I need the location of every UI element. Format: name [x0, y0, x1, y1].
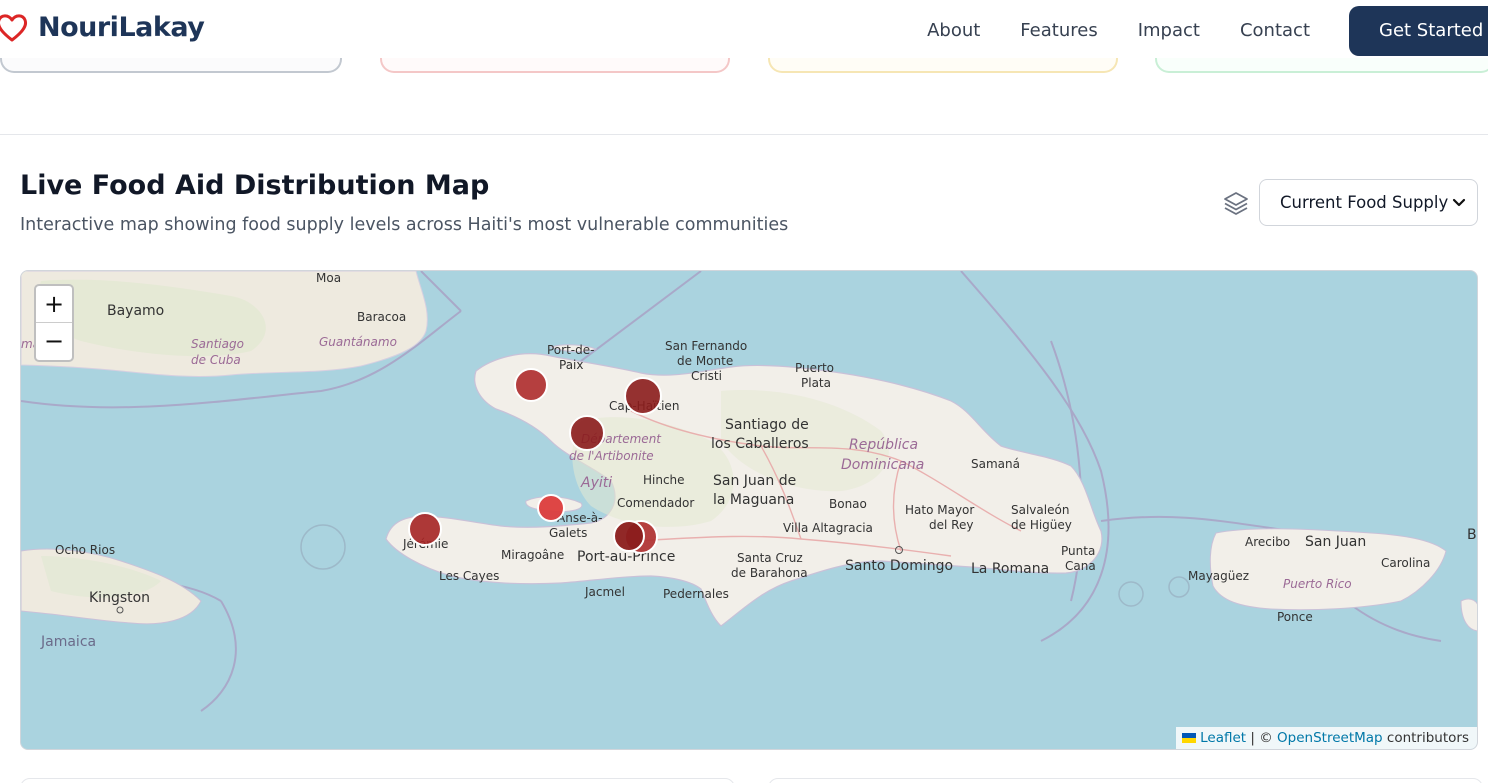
brand-name: NouriLakay — [38, 12, 205, 43]
map-label: Pedernales — [663, 587, 729, 601]
distribution-marker[interactable] — [569, 415, 605, 451]
map-label: San Juan de — [713, 473, 796, 489]
heart-icon — [0, 13, 28, 41]
map-label: Salvaleón — [1011, 503, 1069, 517]
map-label: de Higüey — [1011, 518, 1072, 532]
map-label: Comendador — [617, 496, 694, 510]
map-label: de Barahona — [731, 566, 808, 580]
map-label: Guantánamo — [319, 335, 397, 349]
map-label: de Cuba — [191, 353, 241, 367]
distribution-marker[interactable] — [624, 377, 662, 415]
zoom-out-button[interactable]: − — [36, 323, 72, 360]
map-label: La Romana — [971, 561, 1049, 577]
map-label: de l'Artibonite — [569, 449, 654, 463]
stat-card — [380, 58, 730, 73]
ukraine-flag-icon — [1182, 733, 1197, 743]
map-label: Bonao — [829, 497, 867, 511]
zoom-control: + − — [34, 284, 74, 362]
map-label: Plata — [801, 376, 831, 390]
zoom-in-button[interactable]: + — [36, 286, 72, 323]
section-title: Live Food Aid Distribution Map — [20, 170, 490, 201]
food-aid-map[interactable]: Moa Bayamo Baracoa ma Santiago de Cuba G… — [20, 270, 1478, 750]
map-label: Jacmel — [584, 585, 625, 599]
map-label: Les Cayes — [439, 569, 499, 583]
map-label: Arecibo — [1245, 535, 1290, 549]
section-subtitle: Interactive map showing food supply leve… — [20, 215, 789, 235]
section-divider — [0, 134, 1488, 135]
info-card — [768, 778, 1483, 783]
stat-card — [0, 58, 342, 73]
navbar: NouriLakay About Features Impact Contact… — [0, 0, 1488, 66]
stat-card — [1155, 58, 1488, 73]
map-label: Baracoa — [357, 310, 406, 324]
map-label: Hato Mayor — [905, 503, 974, 517]
nav-contact[interactable]: Contact — [1240, 20, 1310, 41]
map-label: Santo Domingo — [845, 558, 953, 574]
map-label: Carolina — [1381, 556, 1430, 570]
map-label: Moa — [316, 271, 341, 285]
map-label: los Caballeros — [711, 436, 809, 452]
layer-select[interactable]: Current Food Supply — [1259, 179, 1478, 226]
distribution-marker[interactable] — [514, 368, 548, 402]
map-label: del Rey — [929, 518, 973, 532]
attribution-suffix: contributors — [1382, 730, 1469, 746]
basemap[interactable]: Moa Bayamo Baracoa ma Santiago de Cuba G… — [21, 271, 1478, 750]
get-started-button[interactable]: Get Started — [1349, 6, 1488, 56]
map-label: Cristi — [691, 369, 722, 383]
stat-card — [768, 58, 1118, 73]
map-label: Ayiti — [580, 475, 612, 491]
map-label: República — [849, 437, 918, 453]
map-label: Galets — [549, 526, 587, 540]
map-label: San Juan — [1305, 534, 1366, 550]
map-label: Villa Altagracia — [783, 521, 873, 535]
nav-features[interactable]: Features — [1020, 20, 1097, 41]
map-label: Puerto Rico — [1283, 577, 1352, 591]
info-card — [20, 778, 735, 783]
map-label: Mayagüez — [1188, 569, 1249, 583]
map-label: B — [1467, 527, 1477, 543]
map-label: de Monte — [677, 354, 733, 368]
map-label: Santa Cruz — [737, 551, 803, 565]
map-label: San Fernando — [665, 339, 747, 353]
brand-logo[interactable]: NouriLakay — [0, 12, 205, 43]
map-label: Miragoâne — [501, 548, 564, 562]
map-label: Ocho Rios — [55, 543, 115, 557]
map-label: Dominicana — [841, 457, 924, 473]
layers-icon — [1224, 192, 1248, 215]
map-attribution: Leaflet | © OpenStreetMap contributors — [1176, 727, 1477, 749]
map-label: Kingston — [89, 590, 150, 606]
map-label: Jamaica — [40, 634, 96, 650]
map-label: Paix — [559, 358, 584, 372]
distribution-marker[interactable] — [613, 520, 645, 552]
map-label: la Maguana — [713, 492, 794, 508]
map-label: Punta — [1061, 544, 1095, 558]
distribution-marker[interactable] — [408, 512, 442, 546]
layer-select-value: Current Food Supply — [1280, 193, 1449, 212]
map-label: Bayamo — [107, 303, 164, 319]
map-label: Port-de- — [547, 343, 594, 357]
nav-links: About Features Impact Contact — [927, 20, 1310, 41]
map-label: Santiago de — [725, 417, 809, 433]
leaflet-link[interactable]: Leaflet — [1200, 730, 1246, 746]
nav-impact[interactable]: Impact — [1138, 20, 1200, 41]
chevron-down-icon — [1452, 198, 1466, 207]
nav-about[interactable]: About — [927, 20, 980, 41]
map-label: Puerto — [795, 361, 834, 375]
distribution-marker[interactable] — [537, 494, 565, 522]
osm-link[interactable]: OpenStreetMap — [1277, 730, 1383, 746]
map-label: Samaná — [971, 457, 1020, 471]
map-label: Ponce — [1277, 610, 1313, 624]
map-label: Hinche — [643, 473, 685, 487]
map-label: Cana — [1065, 559, 1096, 573]
attribution-separator: | © — [1246, 730, 1278, 746]
map-label: Santiago — [191, 337, 244, 351]
